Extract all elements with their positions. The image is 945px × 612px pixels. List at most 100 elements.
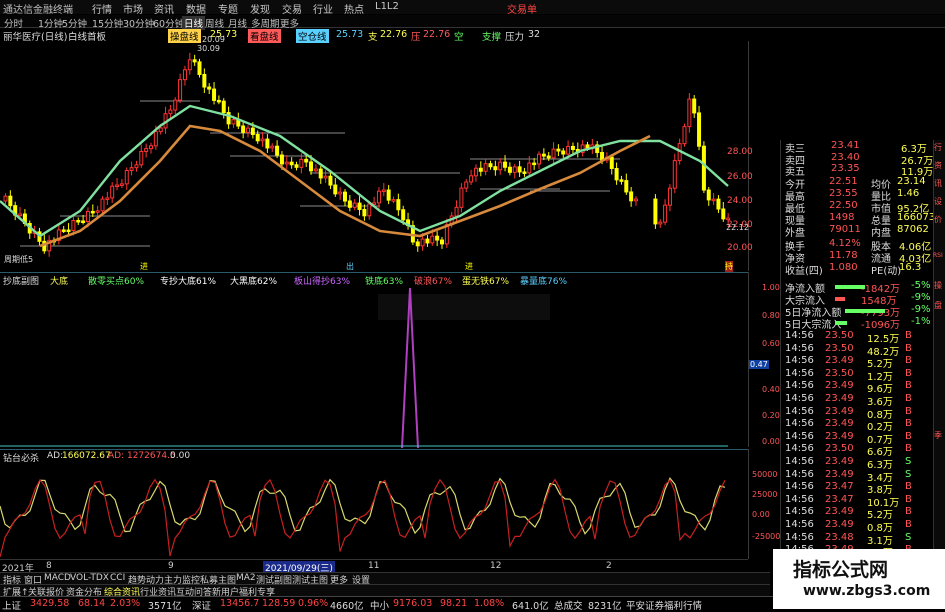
menu-item[interactable]: 专题 (218, 1, 238, 16)
candle-body (619, 179, 624, 182)
x-axis-label: 8 (46, 561, 52, 571)
indicator-tab[interactable]: CCI (110, 573, 125, 583)
candle-body (430, 235, 435, 244)
index-change: 68.14 (78, 598, 106, 609)
indicator1-chart[interactable] (0, 284, 748, 449)
candle-body (609, 156, 614, 170)
indicator-tab[interactable]: MA2 (236, 573, 256, 583)
price-tick: 28.00 (727, 147, 753, 157)
candle-body (119, 183, 124, 186)
candle-body (231, 119, 236, 125)
side-icon[interactable]: 讯 (934, 178, 942, 189)
tick-row-cell: 23.49 (825, 405, 854, 417)
x-axis-label: 11 (368, 561, 380, 571)
side-icon[interactable]: 盘 (934, 300, 942, 311)
menu-item[interactable]: 发现 (250, 1, 270, 16)
candle-body (551, 148, 556, 159)
candle-body (85, 210, 90, 223)
indicator2-chart[interactable] (0, 461, 748, 559)
index-change: 98.21 (440, 598, 468, 609)
candle-body (347, 200, 352, 208)
side-icon[interactable]: 季 (934, 430, 942, 441)
candle-body (313, 168, 318, 172)
stat-row-cell: 22.50 (829, 200, 858, 211)
flow-row-cell: -5% (911, 280, 931, 291)
candle-body (139, 150, 144, 166)
candle-body (716, 198, 721, 210)
candle-body (202, 73, 207, 88)
tick-row-cell: 14:56 (785, 506, 814, 518)
top-mark: 20.09 (202, 35, 225, 44)
order-book-row: 卖三 23.41 6.3万 (783, 140, 945, 155)
flow-row-cell: -1096万 (861, 320, 901, 331)
ind1-tick: 0.60 (762, 339, 780, 348)
menu-item[interactable]: 数据 (186, 1, 206, 16)
indicator-tab[interactable]: VOL-TDX (70, 573, 109, 583)
candle-body (105, 197, 110, 200)
side-icon[interactable]: 行 (934, 142, 942, 153)
candle-body (71, 219, 76, 232)
app-title: 通达信金融终端 (3, 5, 73, 16)
candle-body (488, 163, 493, 168)
tick-row: 14:56 23.48 3.1万 S (783, 531, 945, 547)
candle-body (464, 181, 469, 189)
menu-item[interactable]: 交易 (282, 1, 302, 16)
candle-body (697, 112, 702, 147)
side-icon[interactable]: 价 (934, 214, 942, 225)
candle-body (182, 69, 187, 81)
ind2-tick: 0.00 (752, 510, 770, 519)
candle-body (706, 189, 711, 201)
tick-row-cell: 14:56 (785, 443, 814, 455)
order-book-row-cell: 23.41 (831, 140, 860, 151)
order-book-row: 卖四 23.40 26.7万 (783, 151, 945, 167)
menu-item[interactable]: 行业 (313, 1, 333, 16)
candle-body (90, 210, 95, 214)
side-icon[interactable]: RSI (933, 252, 943, 259)
side-icon[interactable]: 资 (934, 160, 942, 171)
quote-value: 22.76 (380, 29, 408, 40)
candle-body (527, 162, 532, 174)
index-pct: 1.08% (474, 598, 505, 609)
candle-body (289, 161, 294, 166)
indicator-tab[interactable]: MACD (44, 573, 71, 583)
menu-item[interactable]: 行情 (92, 1, 112, 16)
order-book-row-cell: 23.40 (831, 151, 860, 163)
tick-row-cell: 23.48 (825, 531, 854, 543)
candle-body (260, 138, 265, 142)
side-icon[interactable]: 操 (934, 280, 942, 291)
candle-body (381, 189, 386, 193)
tick-row-cell: B (905, 367, 912, 379)
menu-item[interactable]: 资讯 (154, 1, 174, 16)
ind1-tick: 0.20 (762, 411, 780, 420)
menu-item[interactable]: 市场 (123, 1, 143, 16)
candlestick-chart[interactable] (0, 41, 750, 271)
indicator2-value: 166072.67 (62, 451, 111, 461)
ma-line-orange (39, 124, 651, 248)
signal-marker: 持 (725, 261, 733, 272)
index-value: 13456.7 (220, 598, 260, 609)
watermark-banner: 指标公式网 www.zbgs3.com (773, 549, 945, 609)
trade-button[interactable]: 交易单 (507, 1, 537, 16)
tick-row-cell: 14:56 (785, 405, 814, 417)
ind2-tick: -25000 (752, 532, 781, 541)
candle-body (294, 164, 299, 168)
tick-row: 14:56 23.49 0.8万 B (783, 519, 945, 534)
index-amount: 641.0亿 (512, 601, 549, 612)
tick-row-cell: B (905, 493, 912, 505)
candle-body (221, 100, 226, 114)
candle-body (512, 166, 517, 173)
stat-row: 现量 1498 总量 166073 (783, 212, 945, 227)
candle-body (115, 184, 120, 188)
candle-body (522, 171, 527, 174)
menu-item[interactable]: L1L2 (375, 1, 399, 12)
menu-item[interactable]: 热点 (344, 1, 364, 16)
tick-row-cell: 23.47 (825, 493, 854, 505)
stat-row-cell: PE(动) (871, 266, 902, 277)
candle-body (687, 98, 692, 128)
side-icon[interactable]: 设 (934, 196, 942, 207)
stat-row: 今开 22.51 均价 23.14 (783, 176, 945, 191)
index-name: 深证 (192, 601, 212, 612)
tick-row-cell: 23.50 (825, 367, 854, 379)
broker-label[interactable]: 平安证券福利行情 (626, 598, 702, 612)
high-annotation: 30.09 (197, 44, 220, 53)
